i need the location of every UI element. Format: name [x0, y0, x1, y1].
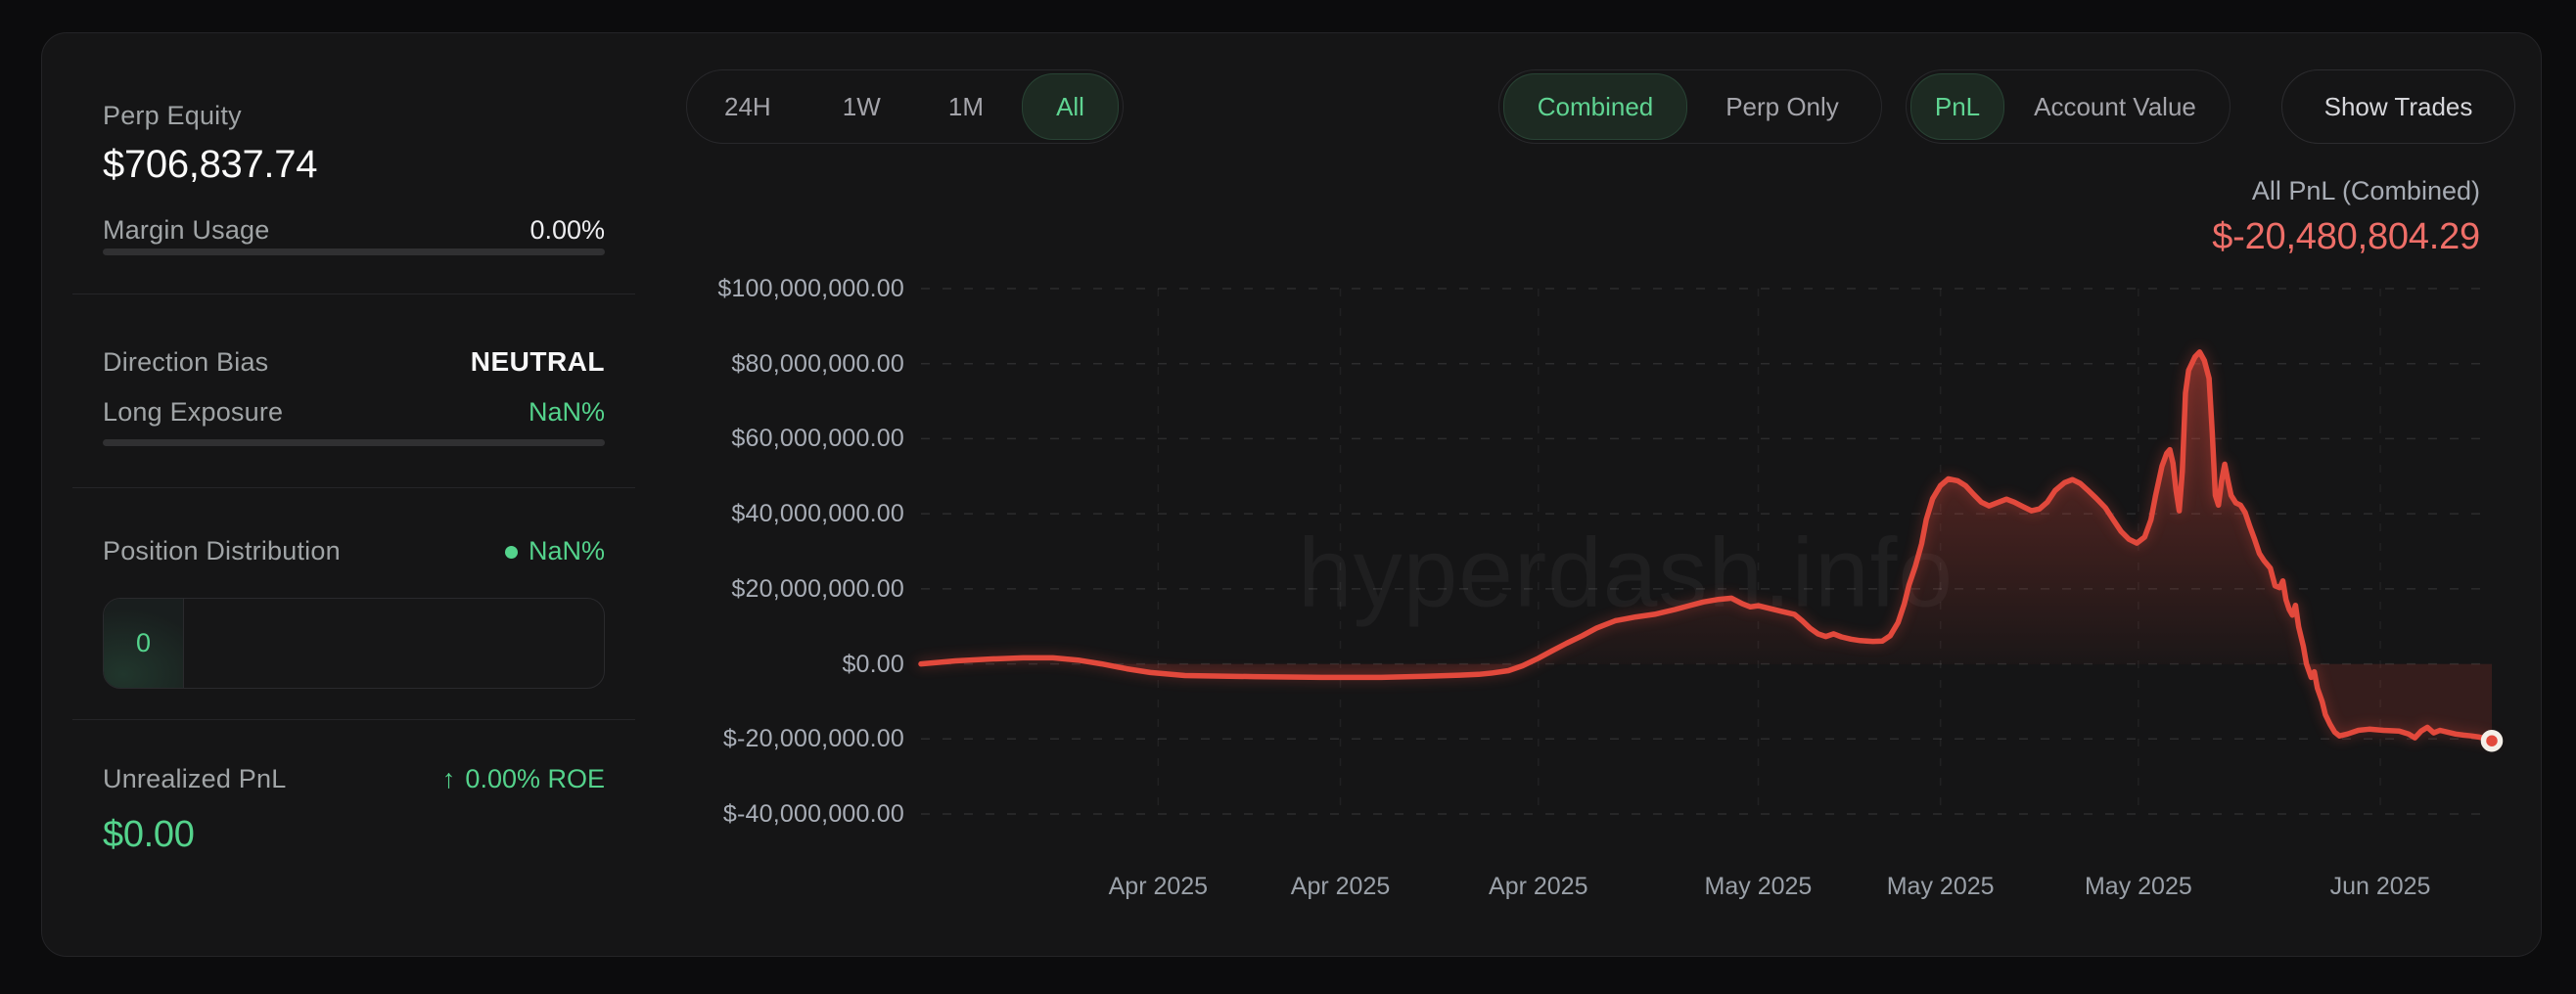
- y-tick-label: $0.00: [42, 649, 904, 680]
- y-tick-label: $100,000,000.00: [42, 273, 904, 304]
- time-range-group: 24H 1W 1M All: [686, 69, 1124, 144]
- dashboard-panel: Perp Equity $706,837.74 Margin Usage 0.0…: [41, 32, 2542, 957]
- margin-usage-label: Margin Usage: [103, 215, 269, 246]
- perp-equity-value: $706,837.74: [103, 143, 317, 187]
- y-tick-label: $80,000,000.00: [42, 348, 904, 380]
- chart-title: All PnL (Combined): [2212, 176, 2480, 206]
- y-axis-labels: $100,000,000.00$80,000,000.00$60,000,000…: [42, 289, 904, 814]
- x-tick-label: Jun 2025: [2282, 871, 2478, 902]
- y-tick-label: $-40,000,000.00: [42, 798, 904, 830]
- y-tick-label: $-20,000,000.00: [42, 723, 904, 754]
- last-point-marker[interactable]: [2484, 733, 2501, 749]
- y-tick-label: $60,000,000.00: [42, 423, 904, 454]
- metric-toggle-group: PnL Account Value: [1906, 69, 2231, 144]
- y-tick-label: $20,000,000.00: [42, 573, 904, 605]
- perp-equity-row: Perp Equity: [103, 101, 605, 131]
- time-range-1w[interactable]: 1W: [813, 73, 910, 140]
- time-range-24h[interactable]: 24H: [691, 73, 805, 140]
- chart-header: All PnL (Combined) $-20,480,804.29: [2212, 176, 2480, 258]
- metric-pnl[interactable]: PnL: [1910, 73, 2004, 140]
- pnl-line: [921, 352, 2492, 741]
- x-tick-label: Apr 2025: [1243, 871, 1439, 902]
- y-tick-label: $40,000,000.00: [42, 498, 904, 529]
- chart-total-value: $-20,480,804.29: [2212, 216, 2480, 258]
- perp-equity-label: Perp Equity: [103, 101, 242, 131]
- x-tick-label: Apr 2025: [1441, 871, 1636, 902]
- show-trades-button[interactable]: Show Trades: [2281, 69, 2515, 144]
- x-tick-label: May 2025: [1843, 871, 2039, 902]
- margin-usage-value: 0.00%: [529, 215, 605, 246]
- time-range-all[interactable]: All: [1022, 73, 1119, 140]
- margin-usage-row: Margin Usage 0.00%: [103, 215, 605, 246]
- mode-toggle-group: Combined Perp Only: [1498, 69, 1882, 144]
- margin-usage-bar: [103, 248, 605, 255]
- mode-combined[interactable]: Combined: [1503, 73, 1687, 140]
- x-tick-label: May 2025: [1660, 871, 1856, 902]
- metric-account-value[interactable]: Account Value: [2004, 73, 2226, 140]
- time-range-1m[interactable]: 1M: [919, 73, 1013, 140]
- pnl-chart[interactable]: [921, 289, 2492, 814]
- x-tick-label: May 2025: [2041, 871, 2236, 902]
- x-tick-label: Apr 2025: [1060, 871, 1256, 902]
- mode-perp-only[interactable]: Perp Only: [1687, 73, 1877, 140]
- x-axis-labels: Apr 2025Apr 2025Apr 2025May 2025May 2025…: [921, 871, 2492, 902]
